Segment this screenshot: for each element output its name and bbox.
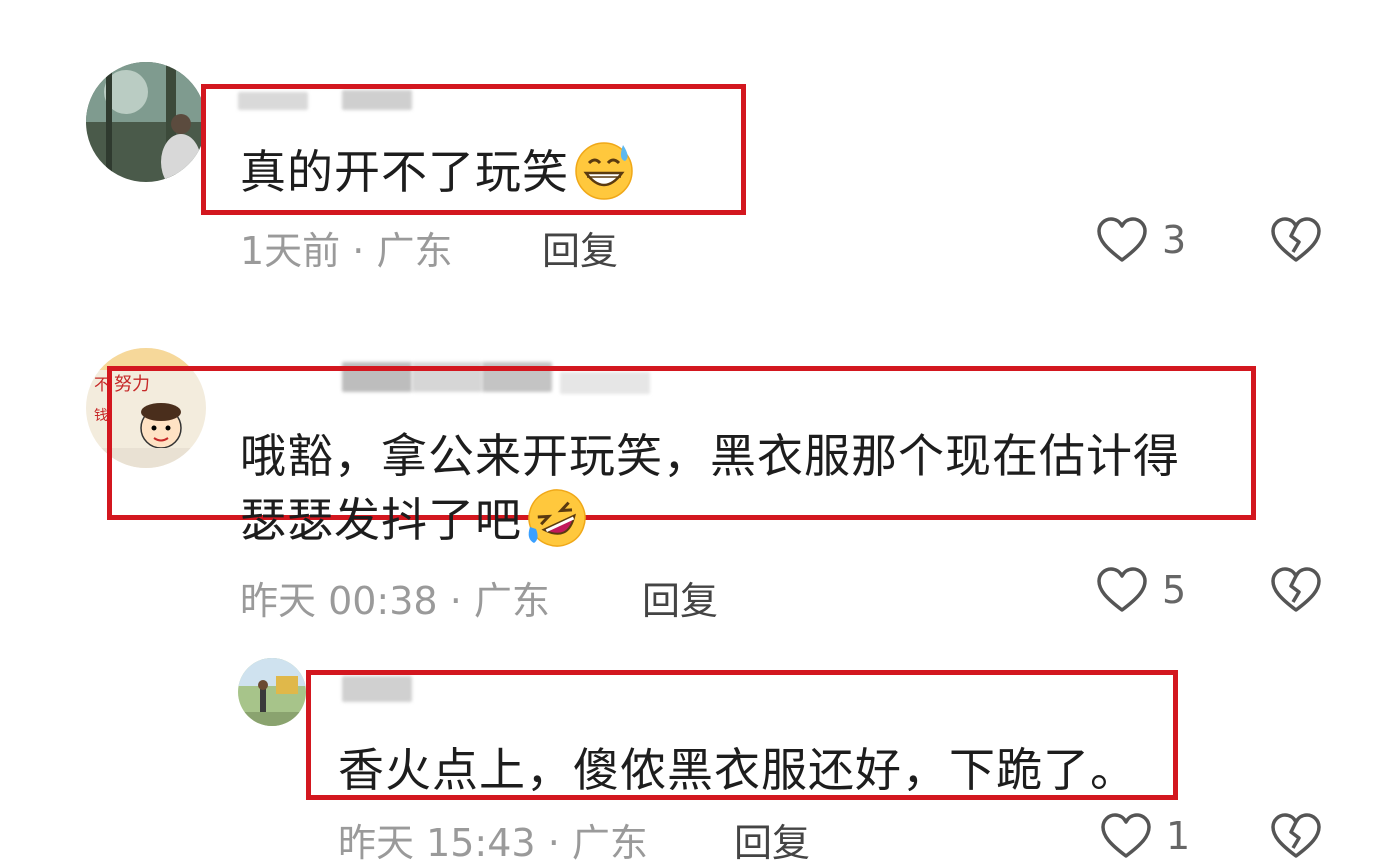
comment-text-line-1: 哦豁，拿公来开玩笑，黑衣服那个现在估计得 [240,429,1180,483]
separator: · [547,821,560,865]
heart-icon [1096,216,1148,264]
separator: · [352,229,365,273]
like-button[interactable]: 5 [1096,566,1186,614]
broken-heart-icon [1270,216,1322,264]
like-button[interactable]: 3 [1096,216,1186,264]
reply-button[interactable]: 回复 [542,220,618,275]
comment-text: 香火点上，傻侬黑衣服还好，下跪了。 [338,743,1137,797]
heart-icon [1096,566,1148,614]
comment-meta: 昨天 00:38 · 广东 [240,570,550,625]
dislike-button[interactable] [1270,216,1322,264]
comment-location: 广东 [571,821,648,865]
like-count: 3 [1162,218,1187,262]
broken-heart-icon [1270,566,1322,614]
comment-meta: 1天前 · 广东 [240,220,452,275]
like-count: 5 [1162,568,1187,612]
comment-time: 昨天 00:38 [240,579,438,623]
rolling-laughing-emoji [526,487,588,560]
svg-text:钱: 钱 [94,408,108,424]
grinning-sweat-emoji [573,139,635,212]
commenter-avatar[interactable] [238,658,306,726]
commenter-avatar[interactable] [86,62,206,182]
like-count: 1 [1166,814,1191,858]
dislike-button[interactable] [1270,566,1322,614]
like-button[interactable]: 1 [1100,812,1190,860]
comment-time: 1天前 [240,229,341,273]
comment-location: 广东 [473,579,550,623]
comment-time: 昨天 15:43 [338,821,536,865]
heart-icon [1100,812,1152,860]
comment-location: 广东 [376,229,453,273]
separator: · [449,579,462,623]
comment-text-line-2: 瑟瑟发抖了吧 [240,484,588,560]
reply-button[interactable]: 回复 [642,570,718,625]
dislike-button[interactable] [1270,812,1322,860]
broken-heart-icon [1270,812,1322,860]
comment-text: 真的开不了玩笑 [240,136,635,212]
